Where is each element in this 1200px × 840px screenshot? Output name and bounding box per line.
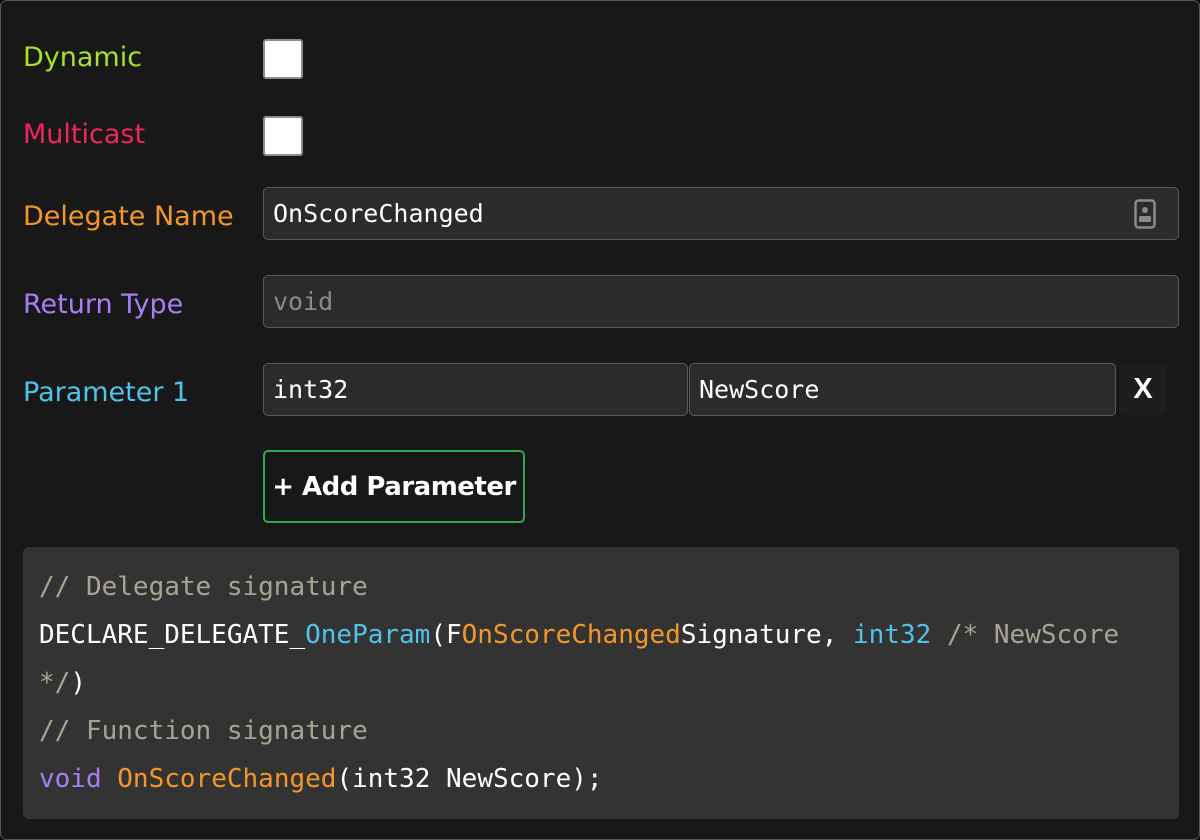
code-signature-suffix: Signature, — [680, 620, 853, 650]
param1-name-value: NewScore — [699, 375, 820, 404]
code-macro-suffix: OneParam — [305, 620, 431, 650]
dynamic-label: Dynamic — [23, 42, 142, 74]
return-type-placeholder: void — [273, 287, 334, 316]
code-comment-function: // Function signature — [39, 716, 368, 746]
return-type-input[interactable]: void — [263, 275, 1179, 328]
param1-name-input[interactable]: NewScore — [689, 363, 1116, 416]
remove-parameter-button[interactable]: X — [1119, 364, 1167, 415]
code-space-2 — [102, 764, 118, 794]
code-preview: // Delegate signature DECLARE_DELEGATE_O… — [23, 547, 1179, 819]
code-delegate-name: OnScoreChanged — [461, 620, 681, 650]
delegate-name-label-text: Delegate Name — [23, 201, 234, 232]
multicast-checkbox[interactable] — [263, 116, 303, 156]
parameter-1-label-text: Parameter 1 — [23, 377, 190, 408]
return-type-label-text: Return Type — [23, 289, 184, 320]
delegate-name-value: OnScoreChanged — [273, 199, 484, 228]
delegate-generator-panel: Dynamic Multicast Delegate Name OnScoreC… — [0, 0, 1200, 840]
code-return-type: void — [39, 764, 102, 794]
code-function-params: (int32 NewScore); — [336, 764, 603, 794]
code-macro-prefix: DECLARE_DELEGATE_ — [39, 620, 306, 650]
add-parameter-label: + Add Parameter — [272, 471, 516, 502]
code-paren-close: ) — [70, 668, 86, 698]
dynamic-checkbox[interactable] — [263, 39, 303, 79]
code-paren-open: ( — [430, 620, 446, 650]
delegate-name-label: Delegate Name — [23, 201, 234, 233]
code-comment-delegate: // Delegate signature — [39, 572, 368, 602]
contact-card-icon[interactable] — [1134, 198, 1156, 229]
remove-parameter-label: X — [1133, 373, 1153, 405]
multicast-label-text: Multicast — [23, 119, 146, 150]
delegate-name-input[interactable]: OnScoreChanged — [263, 187, 1179, 240]
param1-type-value: int32 — [273, 375, 349, 404]
parameter-1-label: Parameter 1 — [23, 377, 189, 409]
code-function-name: OnScoreChanged — [117, 764, 337, 794]
code-f-prefix: F — [446, 620, 462, 650]
code-param-type: int32 — [853, 620, 932, 650]
dynamic-label-text: Dynamic — [23, 42, 143, 73]
param1-type-input[interactable]: int32 — [263, 363, 688, 416]
multicast-label: Multicast — [23, 119, 145, 151]
return-type-label: Return Type — [23, 289, 183, 321]
add-parameter-button[interactable]: + Add Parameter — [263, 450, 525, 523]
